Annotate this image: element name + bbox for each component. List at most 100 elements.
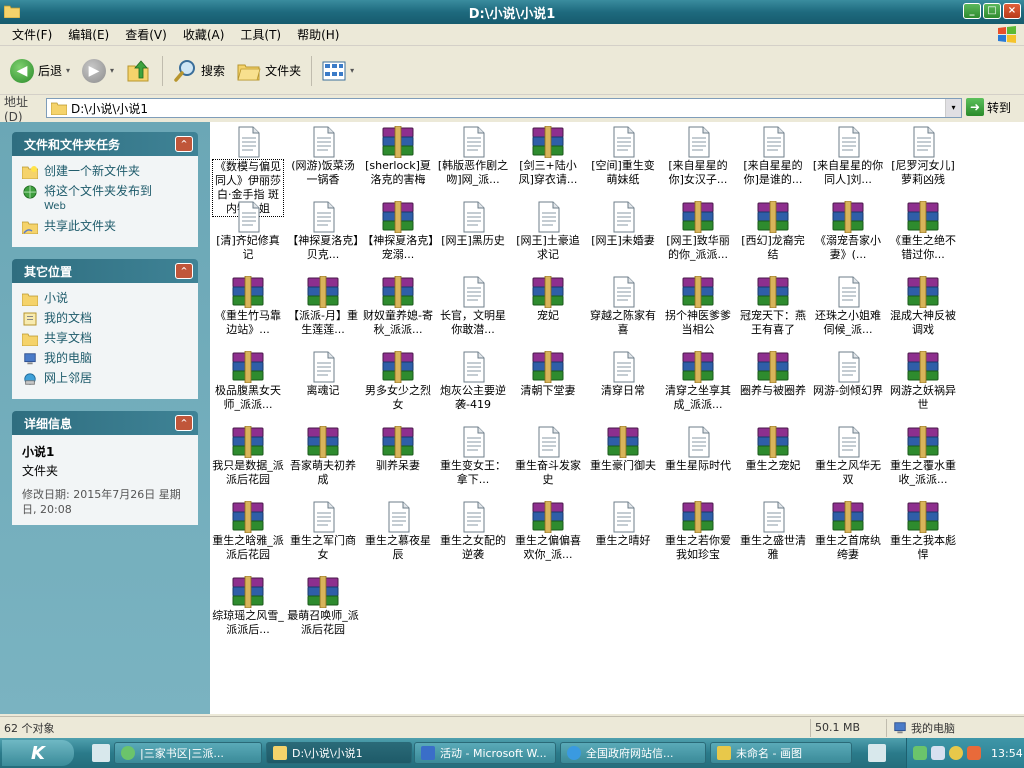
forward-button[interactable]: ▶ ▾ — [76, 51, 120, 91]
file-item[interactable]: 吾家萌夫初养成 — [287, 426, 359, 487]
file-item[interactable]: (网游)饭菜汤一锅香 — [287, 126, 359, 187]
title-bar[interactable]: D:\小说\小说1 _ □ × — [0, 0, 1024, 24]
file-item[interactable]: 重生之女配的逆袭 — [437, 501, 509, 562]
file-item[interactable]: 重生豪门御夫 — [587, 426, 659, 473]
file-item[interactable]: 圈养与被圈养 — [737, 351, 809, 398]
file-item[interactable]: [网王]未婚妻 — [587, 201, 659, 248]
address-dropdown-icon[interactable]: ▾ — [945, 99, 961, 117]
taskbar-item-explorer[interactable]: D:\小说\小说1 — [266, 742, 412, 764]
other-places-header[interactable]: 其它位置 ^ — [12, 259, 198, 283]
back-button[interactable]: ◀ 后退 ▾ — [4, 51, 76, 91]
file-item[interactable]: 重生之晴好 — [587, 501, 659, 548]
collapse-chevron-icon[interactable]: ^ — [175, 136, 193, 152]
file-item[interactable]: 网游-剑倾幻界 — [812, 351, 884, 398]
up-folder-button[interactable] — [120, 51, 158, 91]
file-item[interactable]: 混成大神反被调戏 — [887, 276, 959, 337]
file-item[interactable]: [来自星星的你]女汉子... — [662, 126, 734, 187]
file-item[interactable]: [剑三+陆小凤]穿衣请... — [512, 126, 584, 187]
file-item[interactable]: 重生星际时代 — [662, 426, 734, 473]
file-item[interactable]: 重生之覆水重收_派派... — [887, 426, 959, 487]
file-item[interactable]: [西幻]龙裔完结 — [737, 201, 809, 262]
file-item[interactable]: 综琼瑶之风雪_派派后... — [212, 576, 284, 637]
file-item[interactable]: 网游之妖祸异世 — [887, 351, 959, 412]
file-item[interactable]: 拐个神医爹爹当相公 — [662, 276, 734, 337]
menu-view[interactable]: 查看(V) — [117, 26, 175, 43]
menu-edit[interactable]: 编辑(E) — [60, 26, 117, 43]
file-item[interactable]: 重生之若你爱我如珍宝 — [662, 501, 734, 562]
file-item[interactable]: 清穿之坐享其成_派派... — [662, 351, 734, 412]
taskbar-item-ie[interactable]: 全国政府网站信... — [560, 742, 706, 764]
file-item[interactable]: [空间]重生变萌妹纸 — [587, 126, 659, 187]
alert-tray-icon[interactable] — [967, 746, 981, 760]
file-item[interactable]: 重生之晗雅_派派后花园 — [212, 501, 284, 562]
display-tray-icon[interactable] — [931, 746, 945, 760]
file-item[interactable]: 重生之慕夜星辰 — [362, 501, 434, 562]
file-item[interactable]: 极品腹黑女天师_派派... — [212, 351, 284, 412]
file-item[interactable]: 男多女少之烈女 — [362, 351, 434, 412]
file-item[interactable]: 重生奋斗发家史 — [512, 426, 584, 487]
task-share-folder[interactable]: 共享此文件夹 — [22, 219, 188, 234]
taskbar-item-browser[interactable]: |三家书区|三派... — [114, 742, 262, 764]
file-item[interactable]: 重生之首席纨绔妻 — [812, 501, 884, 562]
minimize-button[interactable]: _ — [963, 3, 981, 19]
file-list-view[interactable]: 《数模与偏见同人》伊丽莎白·金手指 斑内特小姐(网游)饭菜汤一锅香[sherlo… — [210, 122, 1024, 714]
address-input[interactable]: D:\小说\小说1 ▾ — [46, 98, 962, 118]
back-dropdown-icon[interactable]: ▾ — [66, 66, 70, 75]
forward-dropdown-icon[interactable]: ▾ — [110, 66, 114, 75]
file-item[interactable]: 重生之偏偏喜欢你_派... — [512, 501, 584, 562]
security-tray-icon[interactable] — [949, 746, 963, 760]
file-item[interactable]: [来自星星的你]是谁的... — [737, 126, 809, 187]
battery-icon[interactable] — [868, 744, 886, 762]
file-item[interactable]: 清穿日常 — [587, 351, 659, 398]
task-new-folder[interactable]: 创建一个新文件夹 — [22, 164, 188, 179]
maximize-button[interactable]: □ — [983, 3, 1001, 19]
file-item[interactable]: 清朝下堂妻 — [512, 351, 584, 398]
file-item[interactable]: 穿越之陈家有喜 — [587, 276, 659, 337]
taskbar-item-paint[interactable]: 未命名 - 画图 — [710, 742, 852, 764]
file-item[interactable]: 最萌召唤师_派派后花园 — [287, 576, 359, 637]
collapse-chevron-icon[interactable]: ^ — [175, 415, 193, 431]
place-novels[interactable]: 小说 — [22, 291, 188, 306]
menu-help[interactable]: 帮助(H) — [289, 26, 347, 43]
close-button[interactable]: × — [1003, 3, 1021, 19]
file-item[interactable]: 重生之军门商女 — [287, 501, 359, 562]
quicklaunch-desktop-icon[interactable] — [92, 744, 110, 762]
views-dropdown-icon[interactable]: ▾ — [350, 66, 354, 75]
file-item[interactable]: [网王]致华丽的你_派派... — [662, 201, 734, 262]
file-item[interactable]: 《溺宠吾家小妻》(... — [812, 201, 884, 262]
file-item[interactable]: [网王]土豪追求记 — [512, 201, 584, 262]
start-button[interactable]: K — [2, 740, 74, 766]
search-button[interactable]: 搜索 — [167, 51, 231, 91]
file-item[interactable]: 【派派-月】重生莲莲... — [287, 276, 359, 337]
menu-tools[interactable]: 工具(T) — [232, 26, 289, 43]
file-item[interactable]: 重生之盛世清雅 — [737, 501, 809, 562]
file-item[interactable]: 我只是数据_派派后花园 — [212, 426, 284, 487]
folders-button[interactable]: 文件夹 — [231, 51, 307, 91]
views-button[interactable]: ▾ — [316, 51, 360, 91]
place-shared-documents[interactable]: 共享文档 — [22, 331, 188, 346]
file-item[interactable]: [网王]黑历史 — [437, 201, 509, 248]
file-item[interactable]: [清]齐妃修真记 — [212, 201, 284, 262]
file-item[interactable]: 重生之宠妃 — [737, 426, 809, 473]
file-item[interactable]: 重生之我本彪悍 — [887, 501, 959, 562]
file-item[interactable]: 冠宠天下：燕王有喜了 — [737, 276, 809, 337]
task-publish-web[interactable]: 将这个文件夹发布到 Web — [22, 184, 188, 214]
taskbar-item-word[interactable]: 活动 - Microsoft W... — [414, 742, 556, 764]
file-item[interactable]: 重生之风华无双 — [812, 426, 884, 487]
details-header[interactable]: 详细信息 ^ — [12, 411, 198, 435]
place-my-documents[interactable]: 我的文档 — [22, 311, 188, 326]
file-item[interactable]: [sherlock]夏洛克的害梅 — [362, 126, 434, 187]
place-my-computer[interactable]: 我的电脑 — [22, 351, 188, 366]
file-item[interactable]: 炮灰公主要逆袭-419 — [437, 351, 509, 412]
go-button[interactable]: ➜ 转到 — [966, 98, 1011, 116]
file-item[interactable]: 财奴童养媳-寄秋_派派... — [362, 276, 434, 337]
collapse-chevron-icon[interactable]: ^ — [175, 263, 193, 279]
file-item[interactable]: 长官，文明星你敢潜... — [437, 276, 509, 337]
file-item[interactable]: 《重生竹马靠边站》... — [212, 276, 284, 337]
file-item[interactable]: 驯养呆妻 — [362, 426, 434, 473]
file-item[interactable]: [尼罗河女儿]萝莉凶残 — [887, 126, 959, 187]
menu-file[interactable]: 文件(F) — [4, 26, 60, 43]
file-item[interactable]: 宠妃 — [512, 276, 584, 323]
clock[interactable]: 13:54 — [991, 747, 1023, 760]
file-item[interactable]: [韩版恶作剧之吻]网_派... — [437, 126, 509, 187]
